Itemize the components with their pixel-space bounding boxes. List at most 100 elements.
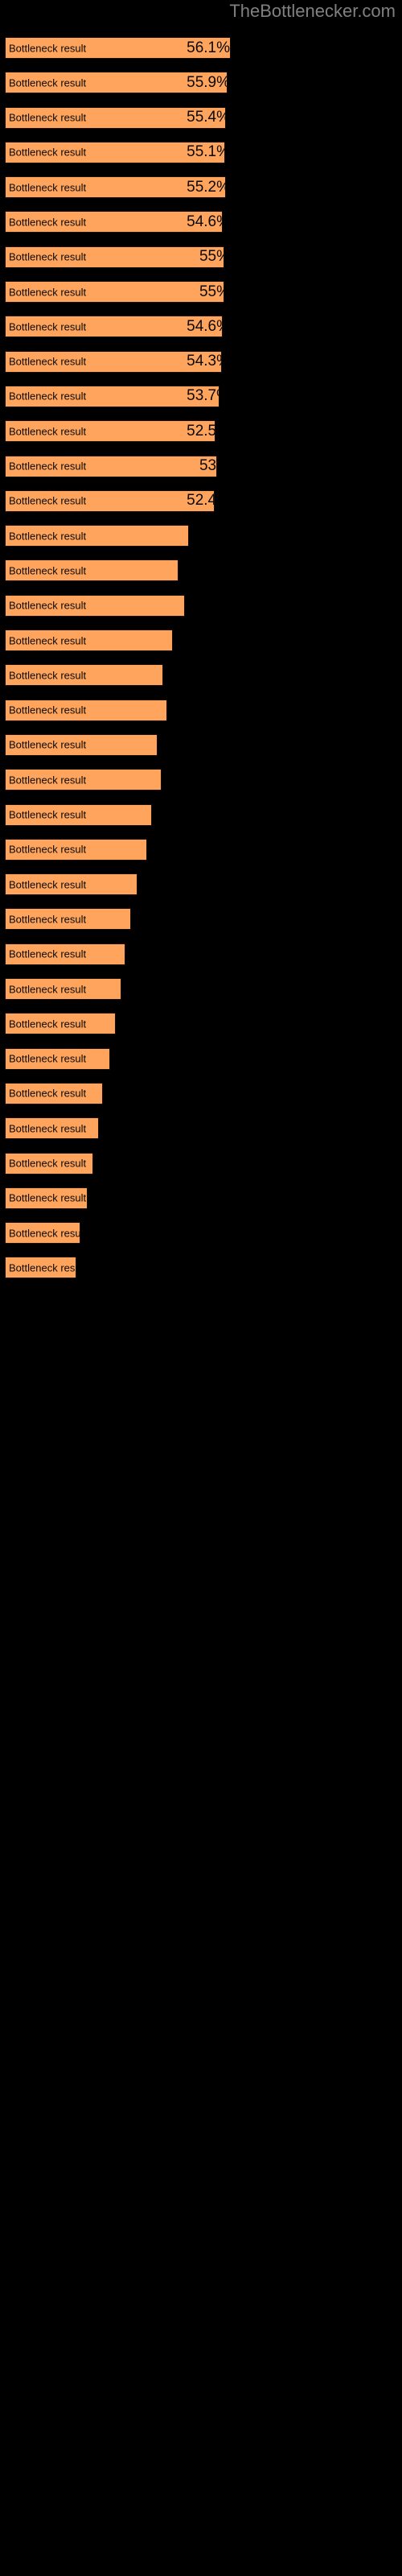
bar-category-label: Bottleneck result	[9, 1157, 87, 1170]
bar-value-label: 56.1%	[187, 39, 230, 56]
bar-value-label: 52.5%	[187, 422, 215, 440]
bar-category-label: Bottleneck result	[9, 494, 87, 507]
bar: Bottleneck result38.5%	[5, 664, 163, 687]
bar-row: Bottleneck result 55.9%	[0, 65, 402, 100]
bar-category-label: Bottleneck result	[9, 599, 87, 612]
bar-category-label: Bottleneck result	[9, 181, 87, 194]
bar: Bottleneck result 54.6%	[5, 211, 223, 233]
bar-chart: TheBottlenecker.com Bottleneck result 56.…	[0, 0, 402, 2576]
bar: Bottleneck result41%	[5, 630, 173, 652]
bar-category-label: Bottleneck result	[9, 1227, 80, 1240]
bar-category-label: Bottleneck result	[9, 1018, 87, 1030]
bar-category-label: Bottleneck result	[9, 1191, 87, 1204]
bar: Bottleneck result26.5%	[5, 1013, 116, 1035]
bar-value-label: 54.6%	[187, 213, 222, 230]
bar-row: Bottleneck result 54.6%	[0, 309, 402, 344]
bar-value-label: 53.7%	[187, 387, 219, 405]
bar: Bottleneck result 45%	[5, 525, 189, 547]
bars-container: Bottleneck result 56.1% Bottleneck result 5…	[0, 31, 402, 1286]
bar-category-label: Bottleneck result	[9, 76, 87, 89]
bar-row: Bottleneck result 53.7%	[0, 379, 402, 414]
bar: Bottleneck result 55.2%	[5, 176, 226, 199]
bar-row: Bottleneck result 55.4%	[0, 101, 402, 135]
bar-category-label: Bottleneck result	[9, 913, 87, 926]
bar-row: Bottleneck result39.5%	[0, 693, 402, 728]
bar: Bottleneck result37%	[5, 733, 158, 756]
bar-category-label: Bottleneck result	[9, 564, 87, 577]
bar-row: Bottleneck result20.5%	[0, 1146, 402, 1181]
bar-row: Bottleneck result 52.4%	[0, 484, 402, 518]
bar-category-label: Bottleneck result	[9, 355, 87, 368]
bar: Bottleneck result42.5%	[5, 559, 178, 582]
bar-category-label: Bottleneck result	[9, 1261, 76, 1274]
bar-value-label: 54.3%	[187, 353, 221, 370]
bar-category-label: Bottleneck result	[9, 878, 87, 891]
bar: Bottleneck result30.5%	[5, 908, 131, 931]
bar: Bottleneck result16%	[5, 1257, 76, 1279]
bar-value-label: 53%	[199, 457, 217, 475]
bar-row: Bottleneck result 53%	[0, 449, 402, 484]
bar-value-label: 55.2%	[187, 178, 226, 196]
bar-row: Bottleneck result 55%	[0, 275, 402, 309]
bar-category-label: Bottleneck result	[9, 390, 87, 402]
bar-row: Bottleneck result 55.1%	[0, 135, 402, 170]
bar-row: Bottleneck result29%	[0, 937, 402, 972]
bar-row: Bottleneck result32%	[0, 867, 402, 902]
bar-category-label: Bottleneck result	[9, 1087, 87, 1100]
bar-value-label: 54.6%	[187, 317, 222, 335]
bar-value-label: 52.4%	[187, 492, 214, 510]
watermark-title: TheBottlenecker.com	[229, 1, 396, 21]
bar: Bottleneck result34.5%	[5, 838, 147, 861]
bar-category-label: Bottleneck result	[9, 216, 87, 229]
bar-category-label: Bottleneck result	[9, 1052, 87, 1065]
bar-category-label: Bottleneck result	[9, 738, 87, 751]
bar-row: Bottleneck result41%	[0, 623, 402, 658]
bar: Bottleneck result20.5%	[5, 1152, 93, 1174]
bar-category-label: Bottleneck result	[9, 286, 87, 299]
bar-value-label: 55%	[199, 248, 224, 266]
bar-value-label: 44%	[183, 597, 184, 614]
bar-category-label: Bottleneck result	[9, 530, 87, 543]
bar: Bottleneck result22%	[5, 1117, 99, 1140]
bar: Bottleneck result 55.9%	[5, 72, 228, 94]
bar-row: Bottleneck result25%	[0, 1042, 402, 1076]
bar-category-label: Bottleneck result	[9, 843, 87, 856]
bar-category-label: Bottleneck result	[9, 1122, 87, 1135]
bar-row: Bottleneck result23%	[0, 1076, 402, 1111]
bar: Bottleneck result17%	[5, 1222, 80, 1245]
bar-row: Bottleneck result28%	[0, 972, 402, 1006]
bar: Bottleneck result 44%	[5, 594, 185, 617]
bar-category-label: Bottleneck result	[9, 669, 87, 682]
bar: Bottleneck result19%	[5, 1187, 88, 1209]
bar: Bottleneck result 54.6%	[5, 316, 223, 338]
bar-category-label: Bottleneck result	[9, 250, 87, 263]
bar: Bottleneck result25%	[5, 1047, 110, 1070]
bar-row: Bottleneck result 52.5%	[0, 414, 402, 448]
bar-category-label: Bottleneck result	[9, 425, 87, 438]
bar-row: Bottleneck result 55%	[0, 240, 402, 275]
bar-category-label: Bottleneck result	[9, 774, 87, 786]
bar-row: Bottleneck result42.5%	[0, 553, 402, 588]
bar-row: Bottleneck result19%	[0, 1181, 402, 1216]
bar-row: Bottleneck result 56.1%	[0, 31, 402, 65]
bar: Bottleneck result38%	[5, 769, 162, 791]
bar-category-label: Bottleneck result	[9, 808, 87, 821]
bar-row: Bottleneck result38.5%	[0, 658, 402, 692]
bar-row: Bottleneck result37%	[0, 728, 402, 762]
bar-value-label: 55.9%	[187, 73, 228, 91]
bar: Bottleneck result39.5%	[5, 699, 167, 721]
bar: Bottleneck result23%	[5, 1082, 103, 1104]
bar-row: Bottleneck result35.5%	[0, 798, 402, 832]
bar-row: Bottleneck result 55.2%	[0, 170, 402, 204]
bar: Bottleneck result 52.4%	[5, 489, 215, 512]
bar-value-label: 55%	[199, 283, 224, 300]
bar: Bottleneck result 55%	[5, 246, 224, 268]
bar-value-label: 45%	[183, 527, 188, 545]
bar: Bottleneck result 55%	[5, 281, 224, 303]
bar-value-label: 55.1%	[187, 143, 224, 161]
bar: Bottleneck result 53.7%	[5, 385, 219, 407]
bar-category-label: Bottleneck result	[9, 42, 87, 54]
bar: Bottleneck result32%	[5, 873, 137, 896]
bar: Bottleneck result28%	[5, 978, 121, 1001]
bar-row: Bottleneck result 44%	[0, 588, 402, 623]
